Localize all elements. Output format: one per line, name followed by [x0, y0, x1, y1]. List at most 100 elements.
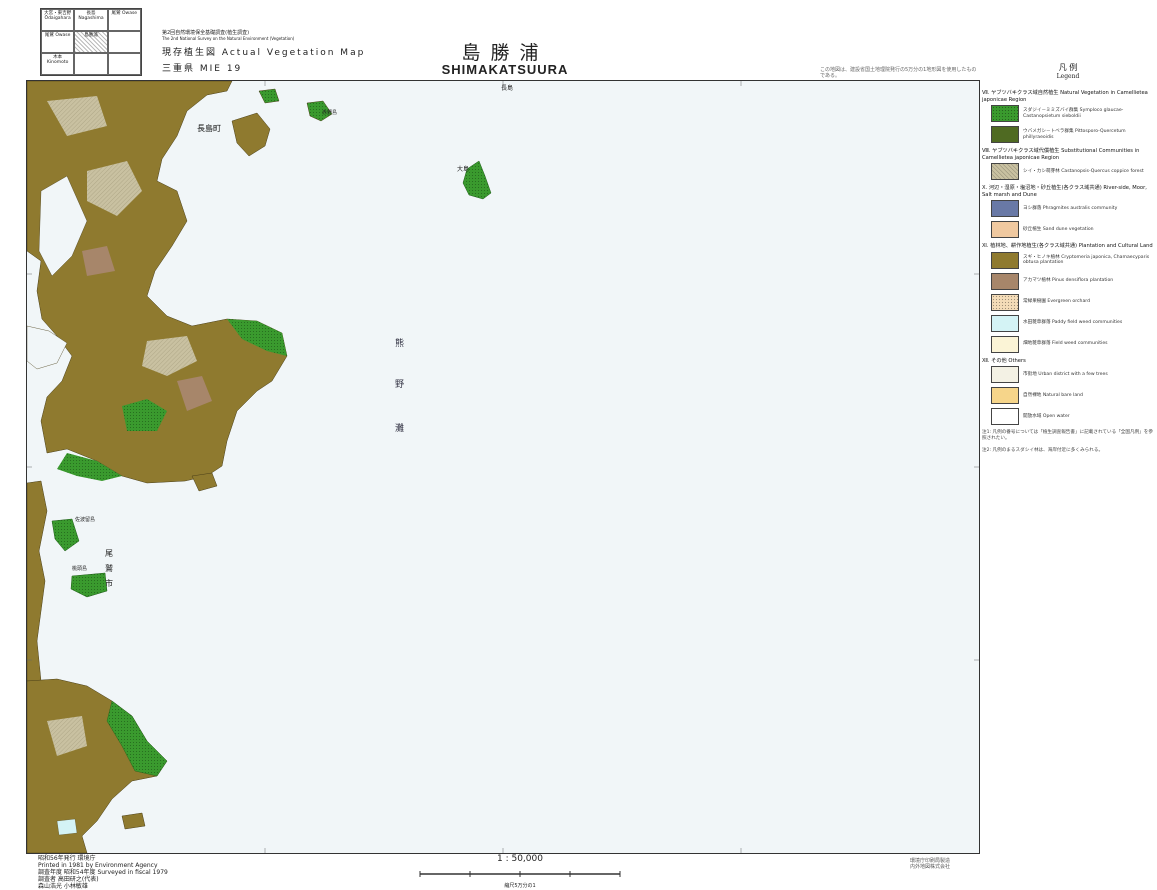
- legend-label: シイ・カシ萌芽林 Castanopsis-Quercus coppice for…: [1023, 168, 1144, 174]
- legend-section: Ⅹ. 河辺・湿原・塩沼地・砂丘植生(各クラス域共通) River-side, M…: [982, 185, 1154, 238]
- footer-publisher: 昭和56年発行 環境庁 Printed in 1981 by Environme…: [38, 855, 238, 890]
- legend-label: 自然裸地 Natural bare land: [1023, 392, 1083, 398]
- publisher-line1: 昭和56年発行 環境庁: [38, 855, 96, 862]
- legend-label: 水田雑草群落 Paddy field weed communities: [1023, 320, 1123, 326]
- legend-swatch: [991, 408, 1019, 425]
- scale-bar: [419, 871, 621, 877]
- legend-label: スダジイ－ミミズバイ群集 Symploco glaucae-Castanopsi…: [1023, 108, 1124, 119]
- legend-swatch: [991, 366, 1019, 383]
- legend-swatch: [991, 105, 1019, 122]
- printer-line2: 内外地図株式会社: [910, 864, 951, 870]
- legend-note: 注2: 凡例のまるスダシイ林は、海岸付近に多くみられる。: [982, 448, 1104, 453]
- legend-section-title: Ⅹ. 河辺・湿原・塩沼地・砂丘植生(各クラス域共通) River-side, M…: [982, 185, 1147, 198]
- legend-swatch: [991, 387, 1019, 404]
- legend-item: スダジイ－ミミズバイ群集 Symploco glaucae-Castanopsi…: [991, 105, 1154, 122]
- legend-swatch: [991, 126, 1019, 143]
- legend-item: ウバメガシ－トベラ群集 Pittosporo-Quercetum phillyr…: [991, 126, 1154, 143]
- legend-swatch: [991, 251, 1019, 269]
- scale-ratio: 1 : 50,000: [497, 854, 543, 864]
- label-sea-1: 熊: [395, 337, 404, 349]
- label-top: 長島: [501, 84, 513, 92]
- index-cell: 大宮・東吉野 Ōdaigahara: [41, 9, 75, 31]
- legend-label: ウバメガシ－トベラ群集 Pittosporo-Quercetum phillyr…: [1023, 129, 1126, 140]
- map-header: 第2回自然環境保全基礎調査(植生調査) The 2nd National Sur…: [162, 30, 422, 74]
- legend-section-title: Ⅺ. 植林地、耕作地植生(各クラス域共通) Plantation and Cul…: [982, 243, 1153, 249]
- scale-block: 1 : 50,000 縮尺5万分の1: [410, 854, 630, 889]
- surveyors: 調査者 高田研之(代表): [38, 876, 99, 883]
- map-index-grid: 大宮・東吉野 Ōdaigahara 長島 Nagashima 尾鷲 Owase 尾鷲 …: [40, 8, 142, 76]
- label-akano: 赤野島: [322, 109, 337, 116]
- label-town: 長島町: [197, 123, 221, 133]
- legend-subtitle: Legend: [1056, 73, 1080, 80]
- legend-item: 市街地 Urban district with a few trees: [991, 366, 1154, 383]
- legend-label: 常緑果樹園 Evergreen orchard: [1023, 299, 1090, 305]
- legend-section-title: Ⅷ. ヤブツバキクラス域代償植生 Substitutional Communit…: [982, 148, 1140, 161]
- legend-title: 凡 例: [1058, 63, 1078, 72]
- legend-item: 自然裸地 Natural bare land: [991, 387, 1154, 404]
- legend-label: 畑地雑草群落 Field weed communities: [1023, 341, 1108, 347]
- legend-section-title: Ⅻ. その他 Others: [982, 357, 1026, 364]
- vegetation-map[interactable]: 長島 長島町 赤野島 大島 熊 野 灘 尾 鷲 市 佐波留島 桃頭島: [27, 81, 979, 853]
- legend-swatch: [991, 200, 1019, 217]
- legend-label: 開放水域 Open water: [1023, 413, 1070, 419]
- legend-item: ヨシ群落 Phragmites australis community: [991, 200, 1154, 217]
- legend-item: 開放水域 Open water: [991, 408, 1154, 425]
- label-oshima: 大島: [457, 165, 469, 173]
- label-sea-3: 灘: [395, 422, 404, 434]
- index-cell: 長島 Nagashima: [74, 9, 108, 31]
- legend-section: Ⅷ. ヤブツバキクラス域代償植生 Substitutional Communit…: [982, 148, 1154, 180]
- legend-label: 砂丘植生 Sand dune vegetation: [1023, 226, 1094, 232]
- index-cell: 尾鷲 Owase: [107, 9, 141, 31]
- legend-swatch: [991, 163, 1019, 180]
- legend-section: Ⅶ. ヤブツバキクラス域自然植生 Natural Vegetation in C…: [982, 90, 1154, 143]
- map-title-jp: 島勝浦: [461, 42, 549, 64]
- footer-right: 環境庁印刷局製造 内外地図株式会社: [910, 858, 1030, 870]
- legend-item: 水田雑草群落 Paddy field weed communities: [991, 314, 1154, 332]
- islet-south: [121, 812, 146, 830]
- legend-swatch: [991, 314, 1019, 332]
- label-island-toto: 桃頭島: [72, 565, 87, 572]
- label-island-saba: 佐波留島: [75, 516, 95, 523]
- index-cell: 尾鷲 Owase: [41, 31, 75, 53]
- survey-year: 調査年度 昭和54年度 Surveyed in fiscal 1979: [38, 869, 168, 876]
- index-cell: 木本 Kinomoto: [41, 53, 75, 75]
- index-cell: [107, 53, 141, 75]
- map-title-en: SHIMAKATSUURA: [441, 62, 569, 77]
- scale-caption: 縮尺5万分の1: [504, 883, 536, 889]
- label-coast-3: 市: [105, 578, 113, 588]
- publisher-line2: Printed in 1981 by Environment Agency: [38, 862, 158, 869]
- surveyors-2: 森山浩光 小林敏雄: [38, 883, 88, 890]
- legend-section: Ⅺ. 植林地、耕作地植生(各クラス域共通) Plantation and Cul…: [982, 243, 1154, 353]
- label-coast-1: 尾: [105, 549, 113, 558]
- legend-swatch: [991, 272, 1019, 290]
- label-sea-2: 野: [395, 379, 404, 390]
- header-note: この地図は、建設省国土地理院発行の5万分の1地形図を使用したものである。: [820, 67, 977, 79]
- legend-label: 市街地 Urban district with a few trees: [1023, 371, 1108, 377]
- paddy-patch: [56, 818, 78, 836]
- legend-label: ヨシ群落 Phragmites australis community: [1023, 205, 1118, 211]
- label-coast-2: 鷲: [105, 563, 113, 573]
- legend-sections: Ⅶ. ヤブツバキクラス域自然植生 Natural Vegetation in C…: [982, 90, 1154, 425]
- legend-section: Ⅻ. その他 Others 市街地 Urban district with a f…: [982, 358, 1154, 425]
- legend-notes: 注1: 凡例の番号については「植生調査報告書」に記載されている「全国凡例」を参照…: [982, 430, 1154, 454]
- map-type: 現存植生図 Actual Vegetation Map: [162, 48, 366, 58]
- legend: 凡 例 Legend Ⅶ. ヤブツバキクラス域自然植生 Natural Vege…: [982, 62, 1154, 454]
- legend-note: 注1: 凡例の番号については「植生調査報告書」に記載されている「全国凡例」を参照…: [982, 430, 1153, 441]
- legend-label: スギ・ヒノキ植林 Cryptomeria japonica, Chamaecyp…: [1023, 254, 1150, 266]
- legend-item: スギ・ヒノキ植林 Cryptomeria japonica, Chamaecyp…: [991, 251, 1154, 269]
- legend-item: アカマツ植林 Pinus densiflora plantation: [991, 272, 1154, 290]
- legend-section-title: Ⅶ. ヤブツバキクラス域自然植生 Natural Vegetation in C…: [982, 90, 1148, 103]
- legend-swatch: [991, 335, 1019, 353]
- map-frame[interactable]: 長島 長島町 赤野島 大島 熊 野 灘 尾 鷲 市 佐波留島 桃頭島: [26, 80, 980, 854]
- prefecture-code: 三重県 MIE 19: [162, 64, 243, 74]
- legend-item: 常緑果樹園 Evergreen orchard: [991, 293, 1154, 311]
- legend-label: アカマツ植林 Pinus densiflora plantation: [1023, 278, 1114, 284]
- legend-item: シイ・カシ萌芽林 Castanopsis-Quercus coppice for…: [991, 163, 1154, 180]
- legend-swatch: [991, 293, 1019, 311]
- survey-line-en: The 2nd National Survey on the Natural E…: [162, 36, 295, 41]
- index-cell: [107, 31, 141, 53]
- legend-item: 砂丘植生 Sand dune vegetation: [991, 221, 1154, 238]
- legend-item: 畑地雑草群落 Field weed communities: [991, 335, 1154, 353]
- index-cell: 島勝浦: [74, 31, 108, 53]
- legend-swatch: [991, 221, 1019, 238]
